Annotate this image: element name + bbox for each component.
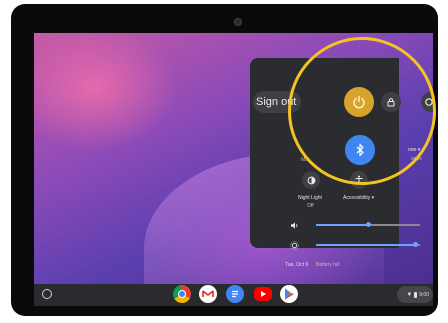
date-text: Tue, Oct 9 xyxy=(285,262,309,268)
battery-status-text: Battery full xyxy=(316,262,340,268)
gmail-icon[interactable] xyxy=(199,285,217,303)
clock-time: 9:00 xyxy=(419,291,429,298)
accessibility-label: Accessibility ▾ xyxy=(343,195,375,201)
brightness-slider-knob[interactable] xyxy=(413,242,418,247)
brightness-icon xyxy=(290,241,299,250)
camera-icon xyxy=(234,18,242,26)
status-tray[interactable]: ▼ 9:00 xyxy=(397,286,433,303)
brightness-slider[interactable] xyxy=(316,240,420,250)
wifi-icon: ▼ xyxy=(406,291,413,298)
docs-icon[interactable] xyxy=(226,285,244,303)
night-light-label: Night Light xyxy=(298,195,322,201)
highlight-circle xyxy=(288,37,436,185)
play-store-glyph xyxy=(285,288,294,300)
night-light-toggle[interactable] xyxy=(302,171,320,189)
chrome-icon[interactable] xyxy=(173,285,191,303)
divider: | xyxy=(312,262,314,268)
night-light-icon xyxy=(307,176,315,184)
volume-slider-knob[interactable] xyxy=(366,222,371,227)
volume-icon xyxy=(291,222,298,229)
youtube-glyph xyxy=(261,291,266,297)
volume-slider[interactable] xyxy=(316,220,420,230)
night-light-state: Off xyxy=(307,203,314,209)
docs-glyph xyxy=(232,290,238,298)
youtube-icon[interactable] xyxy=(254,287,272,301)
battery-icon xyxy=(414,291,418,298)
launcher-button[interactable] xyxy=(42,289,52,299)
gmail-glyph xyxy=(202,290,214,297)
play-store-icon[interactable] xyxy=(280,285,298,303)
